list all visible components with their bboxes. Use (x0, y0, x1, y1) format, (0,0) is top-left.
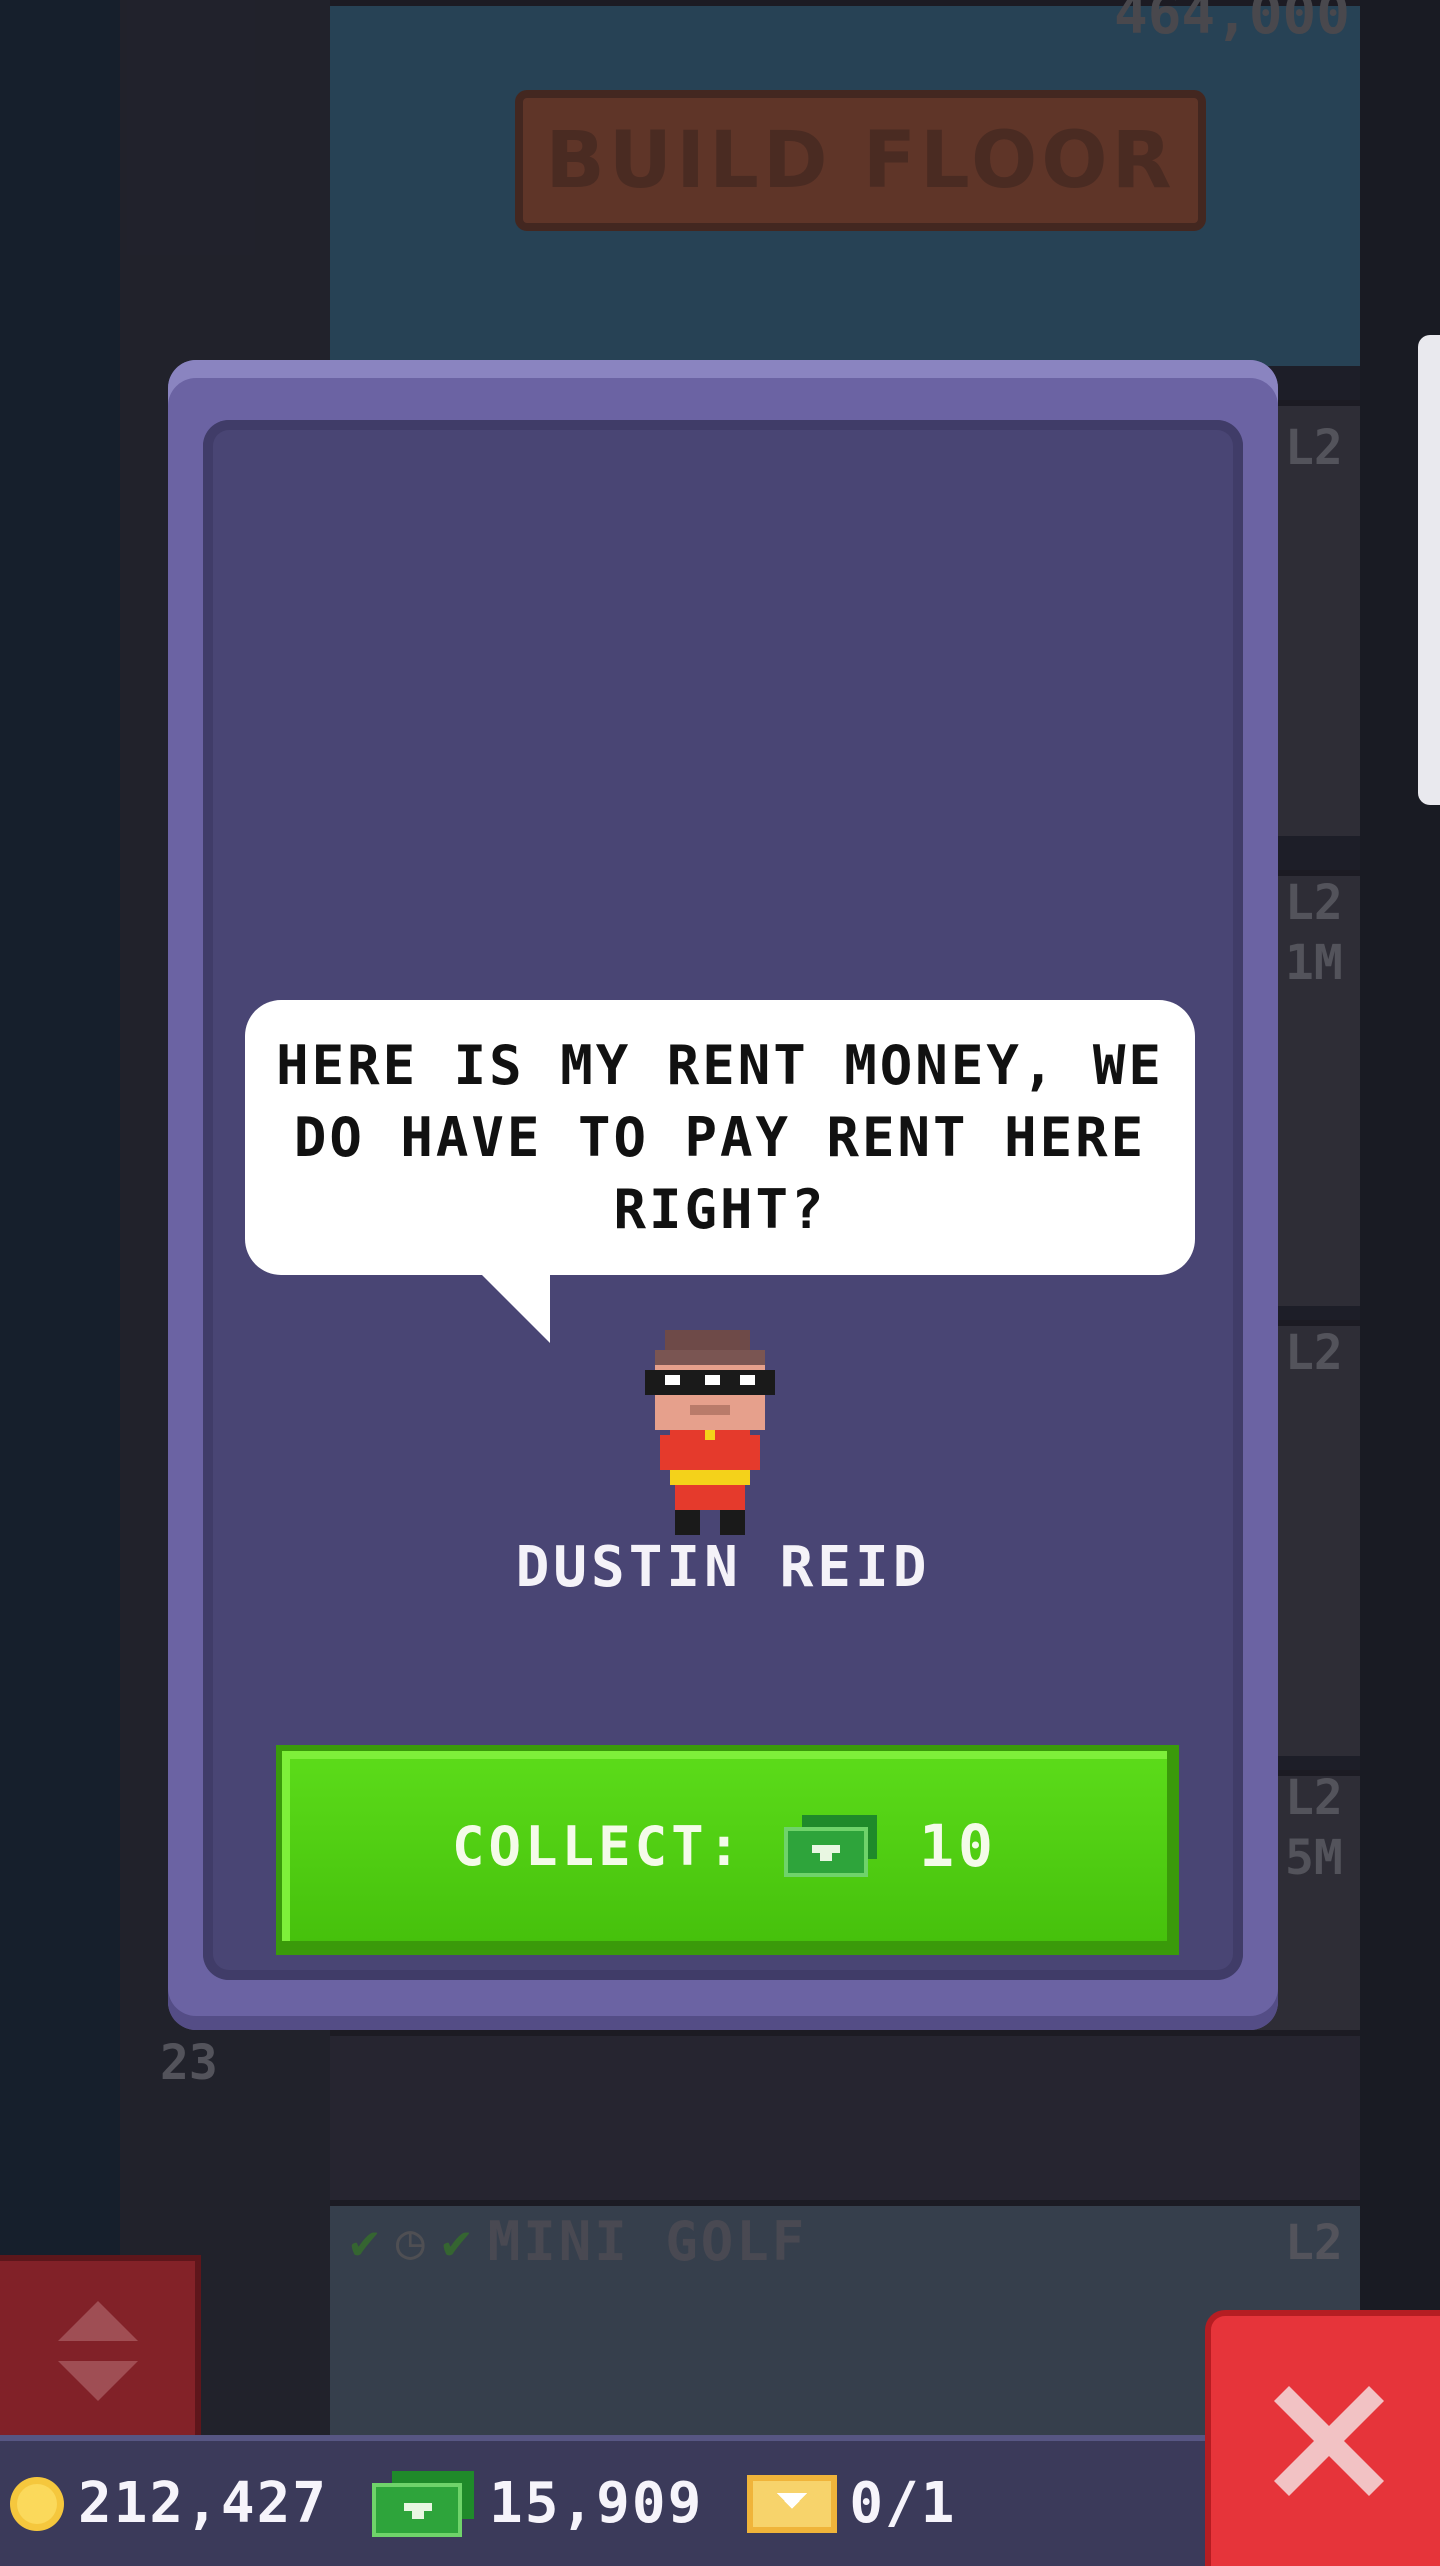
bux-icon (372, 2470, 475, 2537)
edge-panel-handle[interactable] (1418, 335, 1440, 805)
character-name: DUSTIN REID (515, 1535, 931, 1600)
coins-value: 212,427 (78, 2471, 329, 2536)
tickets-stat: 0/1 (747, 2471, 956, 2536)
close-button[interactable] (1205, 2310, 1440, 2566)
bitizen-avatar (645, 1330, 775, 1535)
collect-button[interactable]: COLLECT: 10 (276, 1745, 1179, 1955)
golden-ticket-icon (747, 2474, 838, 2533)
bux-icon (784, 1815, 878, 1877)
coin-icon (10, 2476, 64, 2531)
status-bar: 212,427 15,909 0/1 (0, 2435, 1213, 2566)
collect-label: COLLECT: (452, 1814, 745, 1878)
bux-stat: 15,909 (372, 2470, 704, 2537)
tickets-value: 0/1 (849, 2471, 957, 2536)
coins-stat: 212,427 (8, 2471, 328, 2536)
elevator-arrows-icon (57, 2301, 138, 2401)
speech-bubble: HERE IS MY RENT MONEY, WE DO HAVE TO PAY… (245, 1000, 1195, 1275)
speech-bubble-tail (480, 1273, 550, 1343)
close-icon (1273, 2386, 1384, 2496)
elevator-button[interactable] (0, 2255, 201, 2447)
speech-text: HERE IS MY RENT MONEY, WE DO HAVE TO PAY… (276, 1033, 1164, 1241)
collect-amount: 10 (919, 1812, 997, 1880)
bux-value: 15,909 (489, 2471, 704, 2536)
